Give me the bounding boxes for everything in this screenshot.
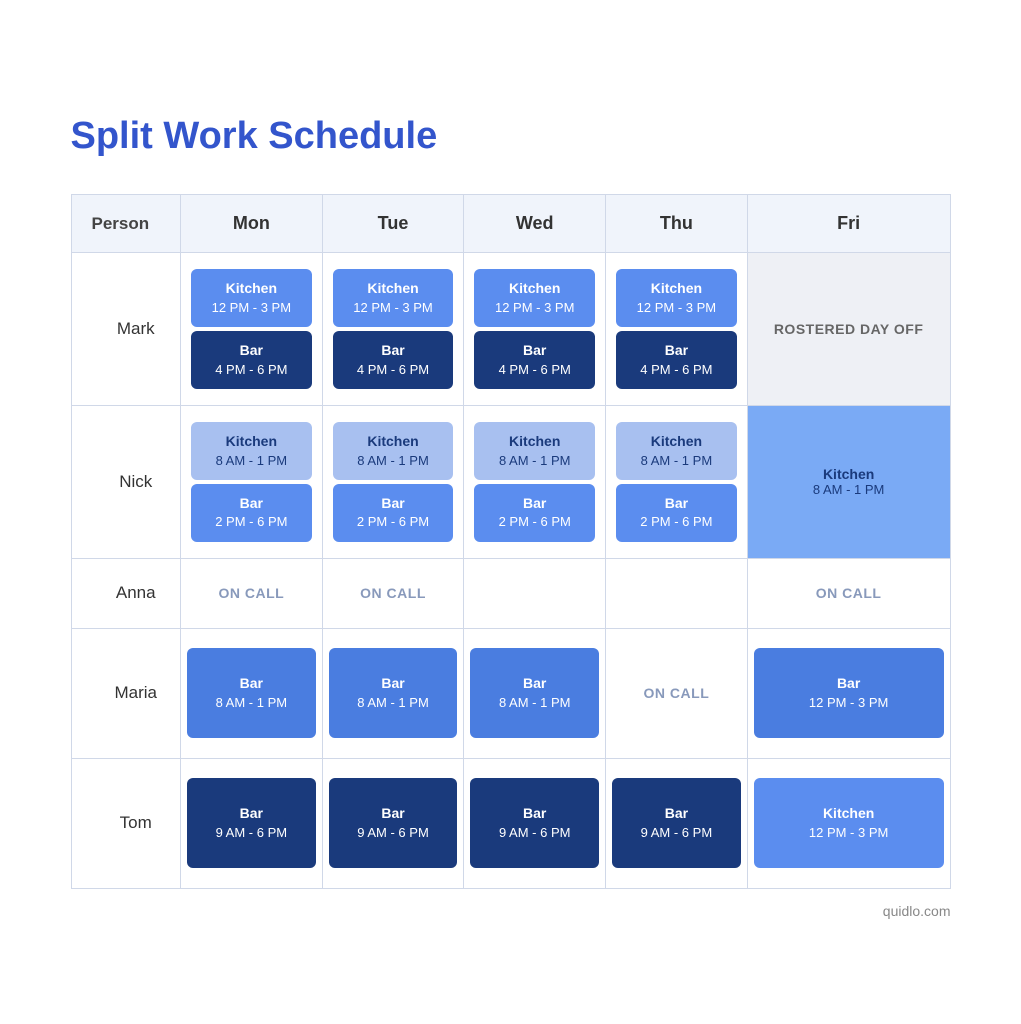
col-header-tue: Tue [322,195,464,253]
mark-tue-kitchen: Kitchen 12 PM - 3 PM [333,269,454,327]
row-maria: Maria Bar 8 AM - 1 PM Bar 8 AM - 1 PM [71,628,950,758]
tom-thu-bar: Bar 9 AM - 6 PM [612,778,741,868]
person-maria: Maria [71,628,180,758]
maria-tue: Bar 8 AM - 1 PM [322,628,464,758]
col-header-wed: Wed [464,195,606,253]
mark-mon-bar: Bar 4 PM - 6 PM [191,331,312,389]
tom-tue: Bar 9 AM - 6 PM [322,758,464,888]
nick-tue: Kitchen 8 AM - 1 PM Bar 2 PM - 6 PM [322,406,464,559]
mark-mon: Kitchen 12 PM - 3 PM Bar 4 PM - 6 PM [180,253,322,406]
maria-tue-bar: Bar 8 AM - 1 PM [329,648,458,738]
mark-wed-bar: Bar 4 PM - 6 PM [474,331,595,389]
anna-tue: ON CALL [322,558,464,628]
nick-fri: Kitchen 8 AM - 1 PM [747,406,950,559]
page-title: Split Work Schedule [71,115,951,158]
mark-wed: Kitchen 12 PM - 3 PM Bar 4 PM - 6 PM [464,253,606,406]
mark-thu: Kitchen 12 PM - 3 PM Bar 4 PM - 6 PM [606,253,748,406]
anna-thu [606,558,748,628]
tom-wed: Bar 9 AM - 6 PM [464,758,606,888]
anna-fri: ON CALL [747,558,950,628]
anna-wed [464,558,606,628]
col-header-mon: Mon [180,195,322,253]
tom-fri-kitchen: Kitchen 12 PM - 3 PM [754,778,944,868]
person-mark: Mark [71,253,180,406]
row-nick: Nick Kitchen 8 AM - 1 PM Bar 2 PM - 6 PM [71,406,950,559]
mark-thu-bar: Bar 4 PM - 6 PM [616,331,737,389]
mark-mon-kitchen: Kitchen 12 PM - 3 PM [191,269,312,327]
nick-mon: Kitchen 8 AM - 1 PM Bar 2 PM - 6 PM [180,406,322,559]
nick-mon-bar: Bar 2 PM - 6 PM [191,484,312,542]
maria-fri-bar: Bar 12 PM - 3 PM [754,648,944,738]
mark-wed-kitchen: Kitchen 12 PM - 3 PM [474,269,595,327]
row-tom: Tom Bar 9 AM - 6 PM Bar 9 AM - 6 PM [71,758,950,888]
mark-tue: Kitchen 12 PM - 3 PM Bar 4 PM - 6 PM [322,253,464,406]
nick-wed: Kitchen 8 AM - 1 PM Bar 2 PM - 6 PM [464,406,606,559]
tom-thu: Bar 9 AM - 6 PM [606,758,748,888]
nick-thu-bar: Bar 2 PM - 6 PM [616,484,737,542]
row-anna: Anna ON CALL ON CALL ON CALL [71,558,950,628]
tom-mon-bar: Bar 9 AM - 6 PM [187,778,316,868]
nick-mon-kitchen: Kitchen 8 AM - 1 PM [191,422,312,480]
col-header-thu: Thu [606,195,748,253]
tom-mon: Bar 9 AM - 6 PM [180,758,322,888]
footer: quidlo.com [71,903,951,919]
maria-thu: ON CALL [606,628,748,758]
maria-wed-bar: Bar 8 AM - 1 PM [470,648,599,738]
nick-wed-kitchen: Kitchen 8 AM - 1 PM [474,422,595,480]
mark-tue-bar: Bar 4 PM - 6 PM [333,331,454,389]
nick-thu-kitchen: Kitchen 8 AM - 1 PM [616,422,737,480]
mark-thu-kitchen: Kitchen 12 PM - 3 PM [616,269,737,327]
col-header-person: Person [71,195,180,253]
header-row: Person Mon Tue Wed Thu Fri [71,195,950,253]
person-anna: Anna [71,558,180,628]
nick-tue-kitchen: Kitchen 8 AM - 1 PM [333,422,454,480]
maria-wed: Bar 8 AM - 1 PM [464,628,606,758]
mark-fri-rostered: ROSTERED DAY OFF [747,253,950,406]
tom-tue-bar: Bar 9 AM - 6 PM [329,778,458,868]
page-container: Split Work Schedule Person Mon Tue Wed T… [31,75,991,948]
tom-fri: Kitchen 12 PM - 3 PM [747,758,950,888]
person-nick: Nick [71,406,180,559]
anna-mon: ON CALL [180,558,322,628]
maria-mon: Bar 8 AM - 1 PM [180,628,322,758]
maria-fri: Bar 12 PM - 3 PM [747,628,950,758]
maria-mon-bar: Bar 8 AM - 1 PM [187,648,316,738]
schedule-table: Person Mon Tue Wed Thu Fri Mark Kitchen … [71,194,951,888]
person-tom: Tom [71,758,180,888]
row-mark: Mark Kitchen 12 PM - 3 PM Bar 4 PM - 6 P… [71,253,950,406]
tom-wed-bar: Bar 9 AM - 6 PM [470,778,599,868]
nick-thu: Kitchen 8 AM - 1 PM Bar 2 PM - 6 PM [606,406,748,559]
nick-fri-kitchen: Kitchen 8 AM - 1 PM [754,450,944,513]
nick-tue-bar: Bar 2 PM - 6 PM [333,484,454,542]
col-header-fri: Fri [747,195,950,253]
nick-wed-bar: Bar 2 PM - 6 PM [474,484,595,542]
